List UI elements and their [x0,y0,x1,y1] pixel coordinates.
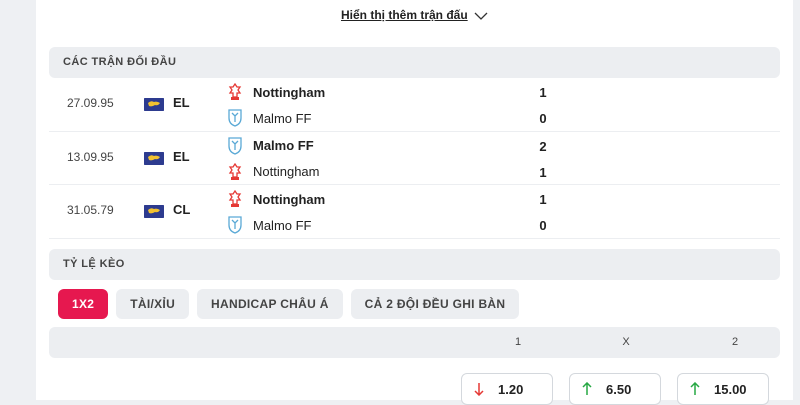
chevron-down-icon [474,12,488,20]
odds-column-header: 1 X 2 [49,327,780,358]
europe-flag-icon [144,205,164,219]
h2h-list: 27.09.95 EL Nottingham Malmo FF 1 0 13.0… [49,78,780,240]
tab-over-under[interactable]: TÀI/XỈU [116,289,190,319]
odd-away-button[interactable]: 15.00 [677,373,769,405]
match-date: 13.09.95 [67,149,114,164]
arrow-down-icon [474,383,484,396]
match-detail-card: Hiển thị thêm trận đấu CÁC TRẬN ĐỐI ĐẦU … [36,0,793,405]
europe-flag-icon [144,98,164,111]
show-more-link[interactable]: Hiển thị thêm trận đấu [341,8,468,22]
home-score: 2 [539,138,547,154]
show-more-matches[interactable]: Hiển thị thêm trận đấu [36,8,793,22]
odds-section-header: TỶ LỆ KÈO [49,249,780,280]
away-team[interactable]: Nottingham [227,161,319,183]
h2h-section-header: CÁC TRẬN ĐỐI ĐẦU [49,47,780,78]
nottingham-crest-icon [227,190,243,208]
team-name: Malmo FF [253,138,314,154]
odd-value: 6.50 [606,381,632,397]
column-away: 2 [731,336,739,348]
malmo-crest-icon [227,109,243,127]
competition-label: EL [173,148,190,164]
team-name: Nottingham [253,164,320,180]
tab-both-teams-score[interactable]: CẢ 2 ĐỘI ĐỀU GHI BÀN [350,289,520,319]
away-team[interactable]: Malmo FF [227,214,312,236]
away-score: 1 [539,164,547,180]
malmo-crest-icon [227,137,243,155]
match-date: 31.05.79 [67,203,114,218]
home-score: 1 [539,85,547,100]
arrow-up-icon [690,382,700,395]
competition-label: EL [173,95,190,110]
h2h-match-row[interactable]: 31.05.79 CL Nottingham Malmo FF 1 0 [49,185,780,240]
column-home: 1 [514,336,522,348]
home-score: 1 [539,192,547,208]
tab-asian-handicap[interactable]: HANDICAP CHÂU Á [197,289,343,319]
away-score: 0 [539,218,547,234]
tab-1x2[interactable]: 1X2 [58,289,109,319]
h2h-match-row[interactable]: 27.09.95 EL Nottingham Malmo FF 1 0 [49,78,780,132]
europe-flag-icon [144,151,164,165]
odd-draw-button[interactable]: 6.50 [569,373,661,405]
team-name: Malmo FF [253,110,312,126]
arrow-up-icon [582,382,592,395]
odds-tabs: 1X2 TÀI/XỈU HANDICAP CHÂU Á CẢ 2 ĐỘI ĐỀU… [58,289,520,319]
home-team[interactable]: Malmo FF [227,135,314,157]
team-name: Malmo FF [253,217,312,233]
nottingham-crest-icon [227,162,243,181]
h2h-match-row[interactable]: 13.09.95 EL Malmo FF Nottingham 2 1 [49,132,780,186]
odd-value: 15.00 [714,381,747,397]
home-team[interactable]: Nottingham [227,188,325,210]
away-score: 0 [539,111,547,126]
home-team[interactable]: Nottingham [227,81,325,103]
match-date: 27.09.95 [67,96,114,110]
away-team[interactable]: Malmo FF [227,107,312,129]
column-draw: X [622,336,630,348]
nottingham-crest-icon [227,83,243,101]
competition-label: CL [173,202,191,218]
odd-value: 1.20 [498,381,524,397]
odd-home-button[interactable]: 1.20 [461,373,553,405]
team-name: Nottingham [253,191,326,207]
team-name: Nottingham [253,84,326,100]
malmo-crest-icon [227,216,243,235]
